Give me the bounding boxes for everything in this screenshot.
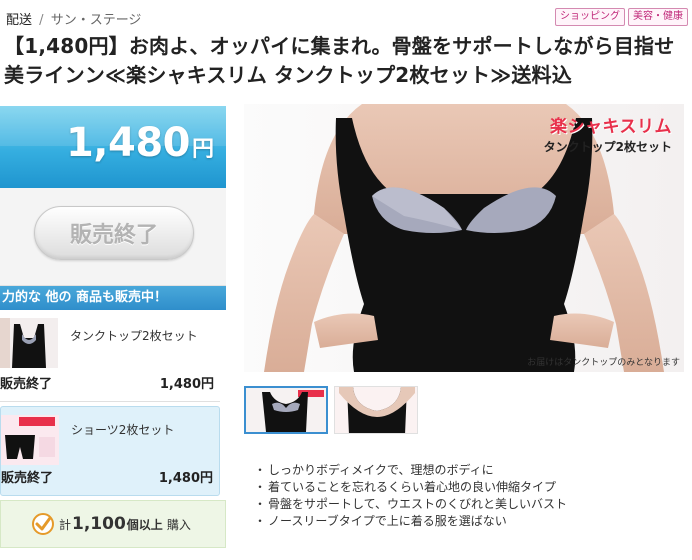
purchase-area: 販売終了 xyxy=(0,188,226,286)
thumbnail-back[interactable] xyxy=(334,386,418,434)
tag-shopping[interactable]: ショッピング xyxy=(555,8,625,26)
other-products-heading: 力的な 他の 商品も販売中！ xyxy=(0,286,226,310)
price-unit: 円 xyxy=(191,137,214,162)
other-product-shorts[interactable]: ショーツ2枚セット 販売終了 1,480円 xyxy=(0,406,220,496)
main-product-image[interactable]: 楽シャキスリム タンクトップ2枚セット お届けはタンクトップのみとなります xyxy=(244,104,684,372)
product-status: 販売終了 xyxy=(0,377,53,392)
product-price: 1,480円 xyxy=(158,471,213,486)
purchase-count: 計 1,100 個以上 購入 xyxy=(0,500,226,548)
thumbnail-front[interactable] xyxy=(244,386,328,434)
feature-item: ノースリーブタイプで上に着る服を選ばない xyxy=(254,513,567,530)
feature-item: 着ていることを忘れるくらい着心地の良い伸縮タイプ xyxy=(254,479,567,496)
feature-item: 骨盤をサポートして、ウエストのくびれと美しいバスト xyxy=(254,496,567,513)
count-label: 購入 xyxy=(166,517,191,532)
other-product-tanktop[interactable]: タンクトップ2枚セット 販売終了 1,480円 xyxy=(0,312,220,402)
feature-list: しっかりボディメイクで、理想のボディに 着ていることを忘れるくらい着心地の良い伸… xyxy=(254,462,567,530)
brand-name: 楽シャキスリム xyxy=(550,117,672,137)
sold-out-button[interactable]: 販売終了 xyxy=(34,206,194,260)
price-display: 1,480円 xyxy=(66,120,214,166)
tag-beauty-health[interactable]: 美容・健康 xyxy=(628,8,688,26)
brand-label: 楽シャキスリム タンクトップ2枚セット xyxy=(544,112,672,155)
product-thumbnail[interactable] xyxy=(0,318,58,368)
brand-product: タンクトップ2枚セット xyxy=(543,140,672,154)
delivery-note: お届けはタンクトップのみとなります xyxy=(527,358,680,368)
breadcrumb-separator: / xyxy=(39,13,44,28)
page-title: 【1,480円】お肉よ、オッパイに集まれ。骨盤をサポートしながら目指せ美ラインン… xyxy=(4,34,675,87)
product-name[interactable]: ショーツ2枚セット xyxy=(71,421,174,438)
price-amount: 1,480 xyxy=(65,120,191,166)
image-thumbnails xyxy=(244,386,418,434)
product-status: 販売終了 xyxy=(1,471,54,486)
breadcrumb: 配送 / サン・ステージ xyxy=(6,9,141,28)
product-name[interactable]: タンクトップ2枚セット xyxy=(70,327,198,344)
price-panel: 1,480円 xyxy=(0,106,226,188)
breadcrumb-delivery[interactable]: 配送 xyxy=(6,13,32,28)
product-price: 1,480円 xyxy=(159,377,214,392)
category-tags: ショッピング 美容・健康 xyxy=(555,8,688,26)
feature-item: しっかりボディメイクで、理想のボディに xyxy=(254,462,567,479)
count-unit: 個以上 xyxy=(126,517,163,532)
check-icon xyxy=(32,513,54,535)
count-value: 1,100 xyxy=(72,514,126,534)
shop-name[interactable]: サン・ステージ xyxy=(51,13,142,28)
product-thumbnail[interactable] xyxy=(1,415,59,465)
count-prefix: 計 xyxy=(59,517,72,532)
